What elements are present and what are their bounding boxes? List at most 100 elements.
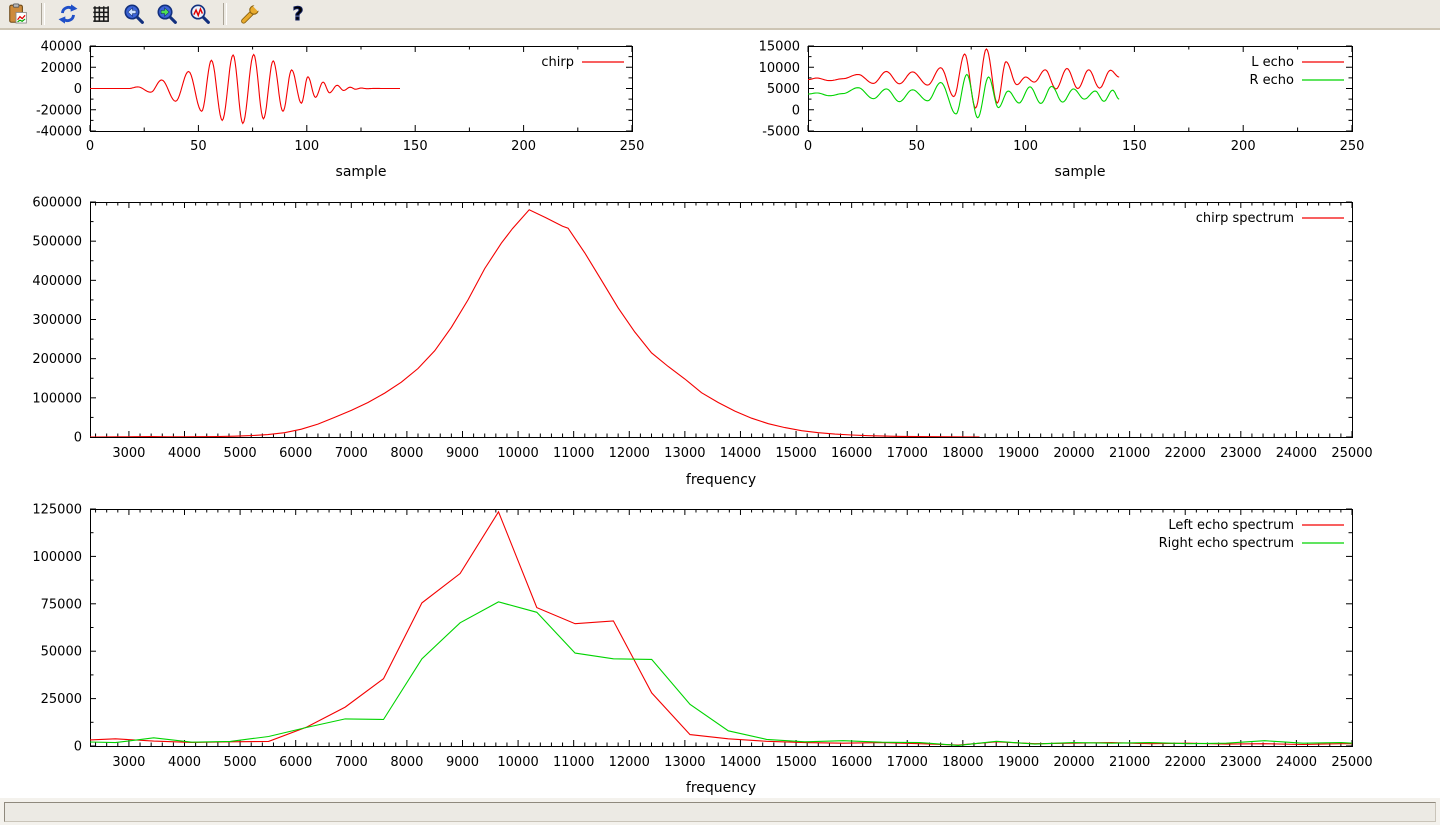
legend: chirp (541, 55, 624, 70)
svg-text:9000: 9000 (446, 446, 479, 461)
svg-text:6000: 6000 (279, 755, 312, 770)
status-bar (4, 802, 1436, 822)
svg-text:chirp spectrum: chirp spectrum (1196, 211, 1294, 226)
svg-text:24000: 24000 (1276, 755, 1317, 770)
series-chirp-spectrum (90, 210, 980, 437)
toolbar-separator (223, 3, 227, 25)
svg-text:0: 0 (792, 103, 800, 118)
toolbar-separator (41, 3, 45, 25)
svg-text:17000: 17000 (887, 755, 928, 770)
toggle-grid-button[interactable] (88, 1, 114, 27)
svg-text:16000: 16000 (831, 755, 872, 770)
svg-text:75000: 75000 (41, 597, 82, 612)
svg-text:11000: 11000 (553, 755, 594, 770)
svg-text:13000: 13000 (664, 755, 705, 770)
svg-text:24000: 24000 (1276, 446, 1317, 461)
svg-text:150: 150 (1122, 139, 1147, 154)
svg-text:12000: 12000 (609, 446, 650, 461)
series-group (808, 49, 1119, 118)
chart-chirp-signal[interactable]: 050100150200250-40000-2000002000040000sa… (36, 40, 644, 181)
series-group (90, 55, 400, 124)
svg-text:-5000: -5000 (762, 125, 800, 140)
svg-text:chirp: chirp (541, 55, 574, 70)
svg-text:frequency: frequency (686, 780, 756, 796)
svg-text:8000: 8000 (390, 755, 423, 770)
svg-text:20000: 20000 (1053, 446, 1094, 461)
svg-text:8000: 8000 (390, 446, 423, 461)
svg-text:18000: 18000 (942, 755, 983, 770)
svg-text:100: 100 (1013, 139, 1038, 154)
legend: chirp spectrum (1196, 211, 1344, 226)
svg-text:22000: 22000 (1165, 446, 1206, 461)
svg-text:10000: 10000 (759, 61, 800, 76)
svg-text:23000: 23000 (1220, 446, 1261, 461)
svg-text:10000: 10000 (497, 446, 538, 461)
axes (90, 202, 1353, 438)
svg-text:25000: 25000 (1331, 755, 1372, 770)
status-bar-area (0, 798, 1440, 825)
svg-text:?: ? (293, 4, 304, 25)
svg-text:17000: 17000 (887, 446, 928, 461)
svg-text:3000: 3000 (112, 755, 145, 770)
series-right-echo-spectrum (90, 602, 1352, 746)
svg-text:0: 0 (74, 82, 82, 97)
svg-text:4000: 4000 (168, 755, 201, 770)
zoom-reset-icon (189, 3, 211, 25)
svg-text:11000: 11000 (553, 446, 594, 461)
svg-text:200: 200 (511, 139, 536, 154)
help-button[interactable]: ? (285, 1, 311, 27)
x-axis-label: sample (1055, 164, 1106, 180)
replot-button[interactable] (55, 1, 81, 27)
svg-text:200000: 200000 (32, 352, 82, 367)
zoom-next-icon (156, 3, 178, 25)
svg-text:Right echo spectrum: Right echo spectrum (1159, 536, 1294, 551)
svg-text:9000: 9000 (446, 755, 479, 770)
svg-text:100000: 100000 (32, 550, 82, 565)
svg-text:22000: 22000 (1165, 755, 1206, 770)
zoom-next-button[interactable] (154, 1, 180, 27)
svg-text:300000: 300000 (32, 313, 82, 328)
svg-text:250: 250 (1340, 139, 1365, 154)
x-axis-label: sample (336, 164, 387, 180)
zoom-previous-button[interactable] (121, 1, 147, 27)
svg-text:R echo: R echo (1249, 73, 1294, 88)
svg-text:15000: 15000 (775, 755, 816, 770)
plot-canvas[interactable]: 050100150200250-40000-2000002000040000sa… (0, 0, 1440, 800)
svg-text:14000: 14000 (720, 446, 761, 461)
svg-text:4000: 4000 (168, 446, 201, 461)
chart-echo-signals[interactable]: 050100150200250-5000050001000015000sampl… (759, 40, 1365, 181)
svg-text:sample: sample (336, 164, 387, 180)
svg-text:100000: 100000 (32, 391, 82, 406)
svg-text:7000: 7000 (335, 755, 368, 770)
copy-to-clipboard-button[interactable] (5, 1, 31, 27)
wrench-icon (239, 3, 261, 25)
x-axis-label: frequency (686, 472, 756, 488)
svg-text:frequency: frequency (686, 472, 756, 488)
series-chirp (90, 55, 400, 124)
svg-text:21000: 21000 (1109, 755, 1150, 770)
svg-text:10000: 10000 (497, 755, 538, 770)
svg-text:50000: 50000 (41, 645, 82, 660)
svg-text:5000: 5000 (224, 446, 257, 461)
svg-text:6000: 6000 (279, 446, 312, 461)
svg-text:200: 200 (1231, 139, 1256, 154)
chart-echo-spectra[interactable]: 3000400050006000700080009000100001100012… (32, 503, 1372, 797)
tick-labels: 3000400050006000700080009000100001100012… (32, 196, 1372, 462)
autoscale-button[interactable] (187, 1, 213, 27)
svg-text:100: 100 (294, 139, 319, 154)
svg-text:14000: 14000 (720, 755, 761, 770)
toolbar: ? (0, 0, 1440, 30)
configure-button[interactable] (237, 1, 263, 27)
svg-text:15000: 15000 (759, 40, 800, 55)
svg-text:-20000: -20000 (36, 103, 82, 118)
series-l-echo (808, 49, 1119, 108)
svg-text:L echo: L echo (1251, 55, 1294, 70)
svg-text:25000: 25000 (1331, 446, 1372, 461)
legend: Left echo spectrum Right echo spectrum (1159, 518, 1344, 551)
svg-text:0: 0 (804, 139, 812, 154)
svg-text:400000: 400000 (32, 274, 82, 289)
chart-chirp-spectrum[interactable]: 3000400050006000700080009000100001100012… (32, 196, 1372, 489)
svg-text:Left echo spectrum: Left echo spectrum (1168, 518, 1294, 533)
svg-text:20000: 20000 (1053, 755, 1094, 770)
svg-text:19000: 19000 (998, 755, 1039, 770)
